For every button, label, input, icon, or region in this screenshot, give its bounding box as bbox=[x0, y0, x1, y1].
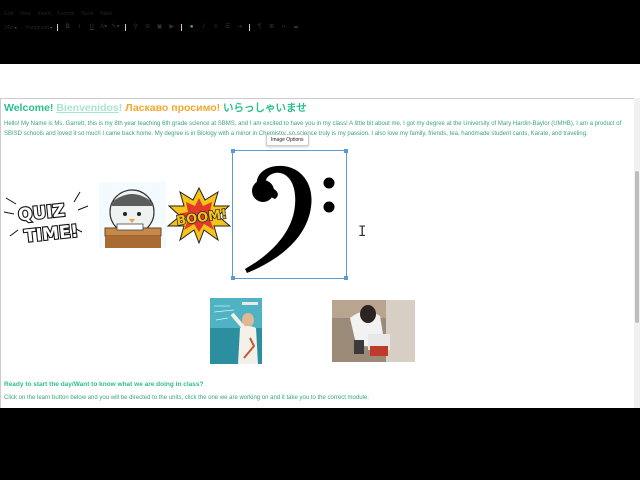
toolbar-divider bbox=[181, 24, 183, 31]
menu-tools[interactable]: Tools bbox=[81, 8, 94, 20]
menu-insert[interactable]: Insert bbox=[37, 8, 51, 20]
embed-icon[interactable]: ● bbox=[187, 21, 196, 34]
student-whiteboard-photo bbox=[210, 298, 262, 364]
align-icon[interactable]: ≡ bbox=[211, 21, 220, 34]
toolbar-divider bbox=[249, 24, 251, 31]
list-icon[interactable]: ☰ bbox=[223, 21, 232, 34]
instructions-paragraph: Click on the learn button below and you … bbox=[4, 395, 369, 401]
menu-table[interactable]: Table bbox=[99, 8, 112, 20]
scrollbar-thumb[interactable] bbox=[635, 171, 639, 323]
bold-icon[interactable]: B bbox=[63, 21, 72, 34]
image-options-tooltip[interactable]: Image Options bbox=[266, 134, 309, 146]
toolbar-divider bbox=[125, 24, 127, 31]
penguin-studying-image[interactable] bbox=[99, 182, 166, 248]
text-cursor-icon: I bbox=[358, 224, 367, 240]
table-icon[interactable]: ⊞ bbox=[267, 21, 276, 34]
code-icon[interactable]: ‹› bbox=[279, 21, 288, 34]
menu-view[interactable]: View bbox=[19, 8, 31, 20]
media-icon[interactable]: ▶ bbox=[167, 21, 176, 34]
student-whiteboard-image[interactable] bbox=[210, 298, 262, 364]
ready-heading: Ready to start the day/Want to know what… bbox=[4, 381, 204, 388]
ltr-icon[interactable]: ¶ bbox=[255, 21, 264, 34]
heading-exclaim: ! bbox=[118, 102, 123, 114]
equation-icon[interactable]: √ bbox=[199, 21, 208, 34]
highlight-icon[interactable]: ✎▾ bbox=[111, 21, 120, 34]
quiz-text: QUIZ bbox=[17, 201, 66, 226]
menu-edit[interactable]: Edit bbox=[4, 8, 13, 20]
quiz-time-image[interactable]: QUIZ TIME! bbox=[4, 188, 90, 248]
heading-japanese: いらっしゃいませ bbox=[223, 102, 307, 114]
chevron-down-icon: ▾ bbox=[14, 25, 17, 30]
link-icon[interactable]: ⚲ bbox=[131, 21, 140, 34]
menubar: Edit View Insert Format Tools Table bbox=[0, 8, 640, 20]
resize-handle-bl[interactable] bbox=[231, 276, 235, 280]
heading-english: Welcome! bbox=[4, 102, 54, 114]
toolbar-divider bbox=[57, 24, 59, 31]
penguin-graphic bbox=[99, 182, 166, 248]
underline-icon[interactable]: U bbox=[87, 21, 96, 34]
kid-costume-photo bbox=[332, 300, 415, 362]
quiz-time-graphic: QUIZ TIME! bbox=[4, 191, 89, 248]
clear-icon[interactable]: ☁ bbox=[291, 21, 300, 34]
chevron-down-icon: ▾ bbox=[50, 25, 53, 30]
resize-handle-br[interactable] bbox=[344, 276, 348, 280]
font-size-value: 24pt bbox=[4, 24, 14, 31]
menu-format[interactable]: Format bbox=[57, 8, 74, 20]
heading-ukrainian: Ласкаво просимо! bbox=[125, 102, 221, 114]
block-format-select[interactable]: Paragraph ▾ bbox=[26, 25, 52, 31]
editor-screen: Welcome! Bienvenidos! Ласкаво просимо! い… bbox=[0, 64, 640, 408]
editor-toolbar: 24pt ▾ Paragraph ▾ B I U A▾ ✎▾ ⚲ ⊘ ▣ ▶ ● √… bbox=[0, 21, 640, 34]
boom-graphic: BOOM! bbox=[166, 186, 232, 244]
text-color-icon[interactable]: A▾ bbox=[99, 21, 108, 34]
resize-handle-tr[interactable] bbox=[344, 149, 348, 153]
heading-spanish: Bienvenidos bbox=[56, 102, 119, 114]
bass-clef-icon bbox=[245, 165, 335, 273]
italic-icon[interactable]: I bbox=[75, 21, 84, 34]
resize-handle-tl[interactable] bbox=[231, 149, 235, 153]
image-icon[interactable]: ▣ bbox=[155, 21, 164, 34]
welcome-heading: Welcome! Bienvenidos! Ласкаво просимо! い… bbox=[4, 100, 307, 115]
indent-icon[interactable]: ⇥ bbox=[235, 21, 244, 34]
time-text: TIME! bbox=[23, 221, 79, 247]
kid-costume-image[interactable] bbox=[332, 300, 415, 362]
boom-image[interactable]: BOOM! bbox=[166, 186, 232, 244]
font-size-select[interactable]: 24pt ▾ bbox=[4, 25, 17, 31]
intro-paragraph: Hello! My Name is Ms. Garrett, this is m… bbox=[4, 121, 622, 137]
bass-clef-image[interactable] bbox=[231, 149, 348, 280]
block-format-value: Paragraph bbox=[25, 24, 50, 31]
unlink-icon[interactable]: ⊘ bbox=[143, 21, 152, 34]
